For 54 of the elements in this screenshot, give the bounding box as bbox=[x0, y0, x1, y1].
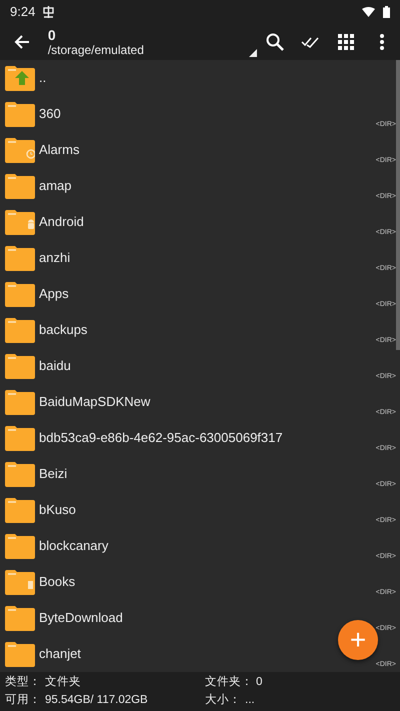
android-folder-icon bbox=[5, 209, 35, 235]
file-name: bKuso bbox=[39, 501, 76, 520]
alarm-folder-icon bbox=[5, 137, 35, 163]
file-name: Books bbox=[39, 573, 76, 592]
folder-icon bbox=[5, 353, 35, 379]
file-name: chanjet bbox=[39, 645, 81, 664]
path-text[interactable]: /storage/emulated bbox=[48, 42, 247, 58]
file-name: bdb53ca9-e86b-4e62-95ac-63005069f317 bbox=[39, 429, 283, 448]
folder-icon bbox=[5, 173, 35, 199]
parent-folder-icon bbox=[5, 65, 35, 91]
search-icon bbox=[266, 33, 284, 51]
file-name: amap bbox=[39, 177, 72, 196]
info-value: 95.54GB/ 117.02GB bbox=[45, 693, 148, 708]
file-name: 360 bbox=[39, 105, 61, 124]
file-name: Apps bbox=[39, 285, 69, 304]
notification-icon bbox=[43, 6, 54, 18]
wifi-icon bbox=[362, 7, 375, 17]
info-label: 大小： bbox=[205, 692, 242, 708]
info-value: 0 bbox=[256, 675, 262, 690]
double-check-icon bbox=[301, 36, 320, 48]
file-name: BaiduMapSDKNew bbox=[39, 393, 150, 412]
folder-icon bbox=[5, 497, 35, 523]
folder-icon bbox=[5, 281, 35, 307]
file-name: ByteDownload bbox=[39, 609, 123, 628]
file-name: anzhi bbox=[39, 249, 70, 268]
info-value: ... bbox=[245, 693, 255, 708]
file-name: .. bbox=[39, 69, 46, 88]
file-name: backups bbox=[39, 321, 88, 340]
file-name: Beizi bbox=[39, 465, 68, 484]
folder-icon bbox=[5, 461, 35, 487]
file-name: blockcanary bbox=[39, 537, 108, 556]
file-name: Alarms bbox=[39, 141, 80, 160]
info-value: 文件夹 bbox=[45, 674, 81, 690]
info-label: 可用： bbox=[5, 693, 42, 708]
folder-icon bbox=[5, 605, 35, 631]
folder-icon bbox=[5, 425, 35, 451]
folder-icon bbox=[5, 389, 35, 415]
status-time: 9:24 bbox=[10, 3, 36, 22]
folder-icon bbox=[5, 101, 35, 127]
file-name: Android bbox=[39, 213, 84, 232]
file-name: baidu bbox=[39, 357, 71, 376]
folder-icon bbox=[5, 317, 35, 343]
folder-icon bbox=[5, 245, 35, 271]
folder-icon bbox=[5, 533, 35, 559]
folder-title: 0 bbox=[48, 26, 57, 42]
info-label: 类型： bbox=[5, 674, 42, 690]
book-folder-icon bbox=[5, 569, 35, 595]
grid-icon bbox=[338, 34, 354, 50]
info-label: 文件夹： bbox=[205, 674, 254, 690]
folder-icon bbox=[5, 641, 35, 667]
back-arrow-icon bbox=[14, 34, 30, 50]
battery-icon bbox=[383, 6, 390, 18]
menu-icon bbox=[380, 34, 384, 50]
dropdown-corner-icon[interactable] bbox=[248, 49, 257, 57]
